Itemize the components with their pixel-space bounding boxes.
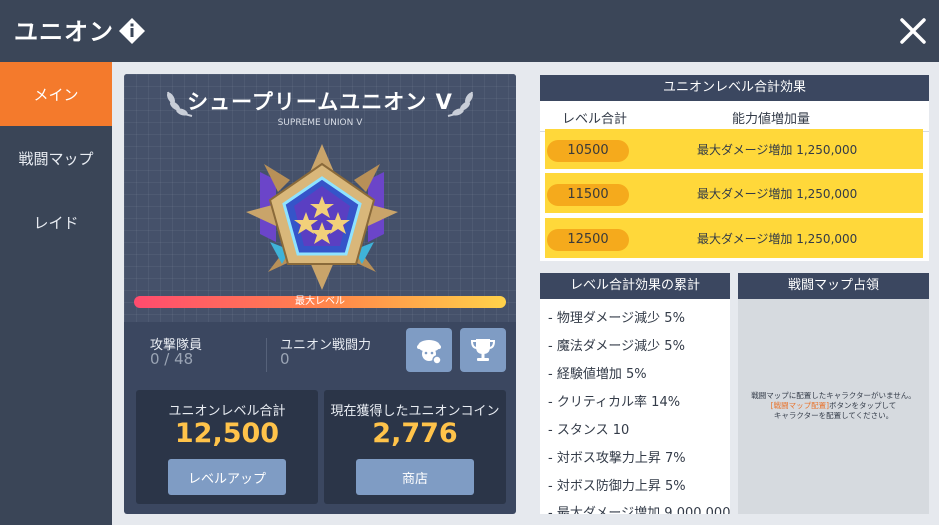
character-icon xyxy=(417,340,442,365)
page-title: ユニオン xyxy=(14,18,114,46)
list-item: - 物理ダメージ減少 5% xyxy=(548,311,685,326)
level-badge: 11500 xyxy=(547,184,629,206)
column-header-level: レベル合計 xyxy=(562,112,628,127)
trophy-icon xyxy=(470,339,496,361)
divider xyxy=(266,338,267,372)
panel-title: レベル合計効果の累計 xyxy=(540,273,730,299)
list-item: - スタンス 10 xyxy=(548,423,630,438)
union-rank-emblem-icon xyxy=(246,144,398,290)
effect-row: 12500 最大ダメージ増加 1,250,000 xyxy=(545,218,923,258)
list-item: - 最大ダメージ増加 9,000,000 xyxy=(548,506,730,514)
effect-text: 最大ダメージ増加 1,250,000 xyxy=(697,143,858,157)
shop-button[interactable]: 商店 xyxy=(356,459,474,495)
close-icon[interactable] xyxy=(896,14,930,48)
trophy-button[interactable] xyxy=(460,328,506,372)
union-coin-value: 2,776 xyxy=(372,418,458,449)
sidebar-item-label: レイド xyxy=(33,213,79,232)
column-header-effect: 能力値増加量 xyxy=(732,112,811,127)
sidebar: メイン 戦闘マップ レイド xyxy=(0,62,112,525)
list-item: - 魔法ダメージ減少 5% xyxy=(548,339,685,354)
character-button[interactable] xyxy=(406,328,452,372)
rank-progress-bar: 最大レベル xyxy=(134,296,506,308)
cumulative-effect-panel[interactable]: レベル合計効果の累計 - 物理ダメージ減少 5% - 魔法ダメージ減少 5% -… xyxy=(540,273,730,514)
squad-value: 0 / 48 xyxy=(150,350,194,368)
level-badge: 12500 xyxy=(547,229,629,251)
level-badge: 10500 xyxy=(547,140,629,162)
list-item: - 対ボス防御力上昇 5% xyxy=(548,479,686,494)
sidebar-item-battle-map[interactable]: 戦闘マップ xyxy=(0,126,112,190)
empty-message-line: 戦闘マップに配置したキャラクターがいません。 xyxy=(751,391,916,400)
effect-text: 最大ダメージ増加 1,250,000 xyxy=(697,232,858,246)
list-item: - 経験値増加 5% xyxy=(548,367,647,382)
effect-row: 11500 最大ダメージ増加 1,250,000 xyxy=(545,173,923,213)
top-bar: ユニオン xyxy=(0,0,939,62)
union-power-value: 0 xyxy=(280,350,290,368)
sidebar-item-label: メイン xyxy=(33,85,79,104)
panel-title: 戦闘マップ占領 xyxy=(738,273,929,299)
info-diamond-icon[interactable] xyxy=(118,17,146,45)
battle-map-occupation-panel: 戦闘マップ占領 戦闘マップに配置したキャラクターがいません。 [戦闘マップ配置]… xyxy=(738,273,929,514)
union-level-total-box: ユニオンレベル合計 12,500 レベルアップ xyxy=(136,390,318,504)
empty-message-highlight: [戦闘マップ配置] xyxy=(770,401,830,410)
rank-subtitle: SUPREME UNION V xyxy=(277,118,363,128)
panel-title: ユニオンレベル合計効果 xyxy=(540,75,929,101)
max-level-label: 最大レベル xyxy=(295,296,345,307)
union-level-total-label: ユニオンレベル合計 xyxy=(168,404,286,419)
union-rank-card: シュープリームユニオン V SUPREME UNION V 最大レベル 攻撃隊員… xyxy=(124,74,516,514)
union-coin-box: 現在獲得したユニオンコイン 2,776 商店 xyxy=(324,390,506,504)
union-coin-label: 現在獲得したユニオンコイン xyxy=(330,404,500,419)
effect-row: 10500 最大ダメージ増加 1,250,000 xyxy=(545,129,923,169)
empty-message-line: キャラクターを配置してください。 xyxy=(773,411,894,420)
squad-stats-row: 攻撃隊員 0 / 48 ユニオン戦闘力 0 xyxy=(124,322,516,380)
list-item: - クリティカル率 14% xyxy=(548,395,681,410)
rank-name: シュープリームユニオン V xyxy=(187,90,453,114)
level-up-button[interactable]: レベルアップ xyxy=(168,459,286,495)
empty-message: 戦闘マップに配置したキャラクターがいません。 [戦闘マップ配置]ボタンをタップし… xyxy=(738,391,929,421)
list-item: - 対ボス攻撃力上昇 7% xyxy=(548,451,686,466)
union-level-total-value: 12,500 xyxy=(174,418,280,449)
empty-message-line: ボタンをタップして xyxy=(829,401,897,410)
sidebar-item-label: 戦闘マップ xyxy=(18,149,94,168)
rank-badge-area: シュープリームユニオン V SUPREME UNION V 最大レベル xyxy=(124,74,516,322)
sidebar-item-raid[interactable]: レイド xyxy=(0,190,112,254)
effect-text: 最大ダメージ増加 1,250,000 xyxy=(697,187,858,201)
level-total-effect-panel: ユニオンレベル合計効果 レベル合計 能力値増加量 10500 最大ダメージ増加 … xyxy=(540,75,929,261)
union-power-label: ユニオン戦闘力 xyxy=(280,338,372,353)
sidebar-item-main[interactable]: メイン xyxy=(0,62,112,126)
